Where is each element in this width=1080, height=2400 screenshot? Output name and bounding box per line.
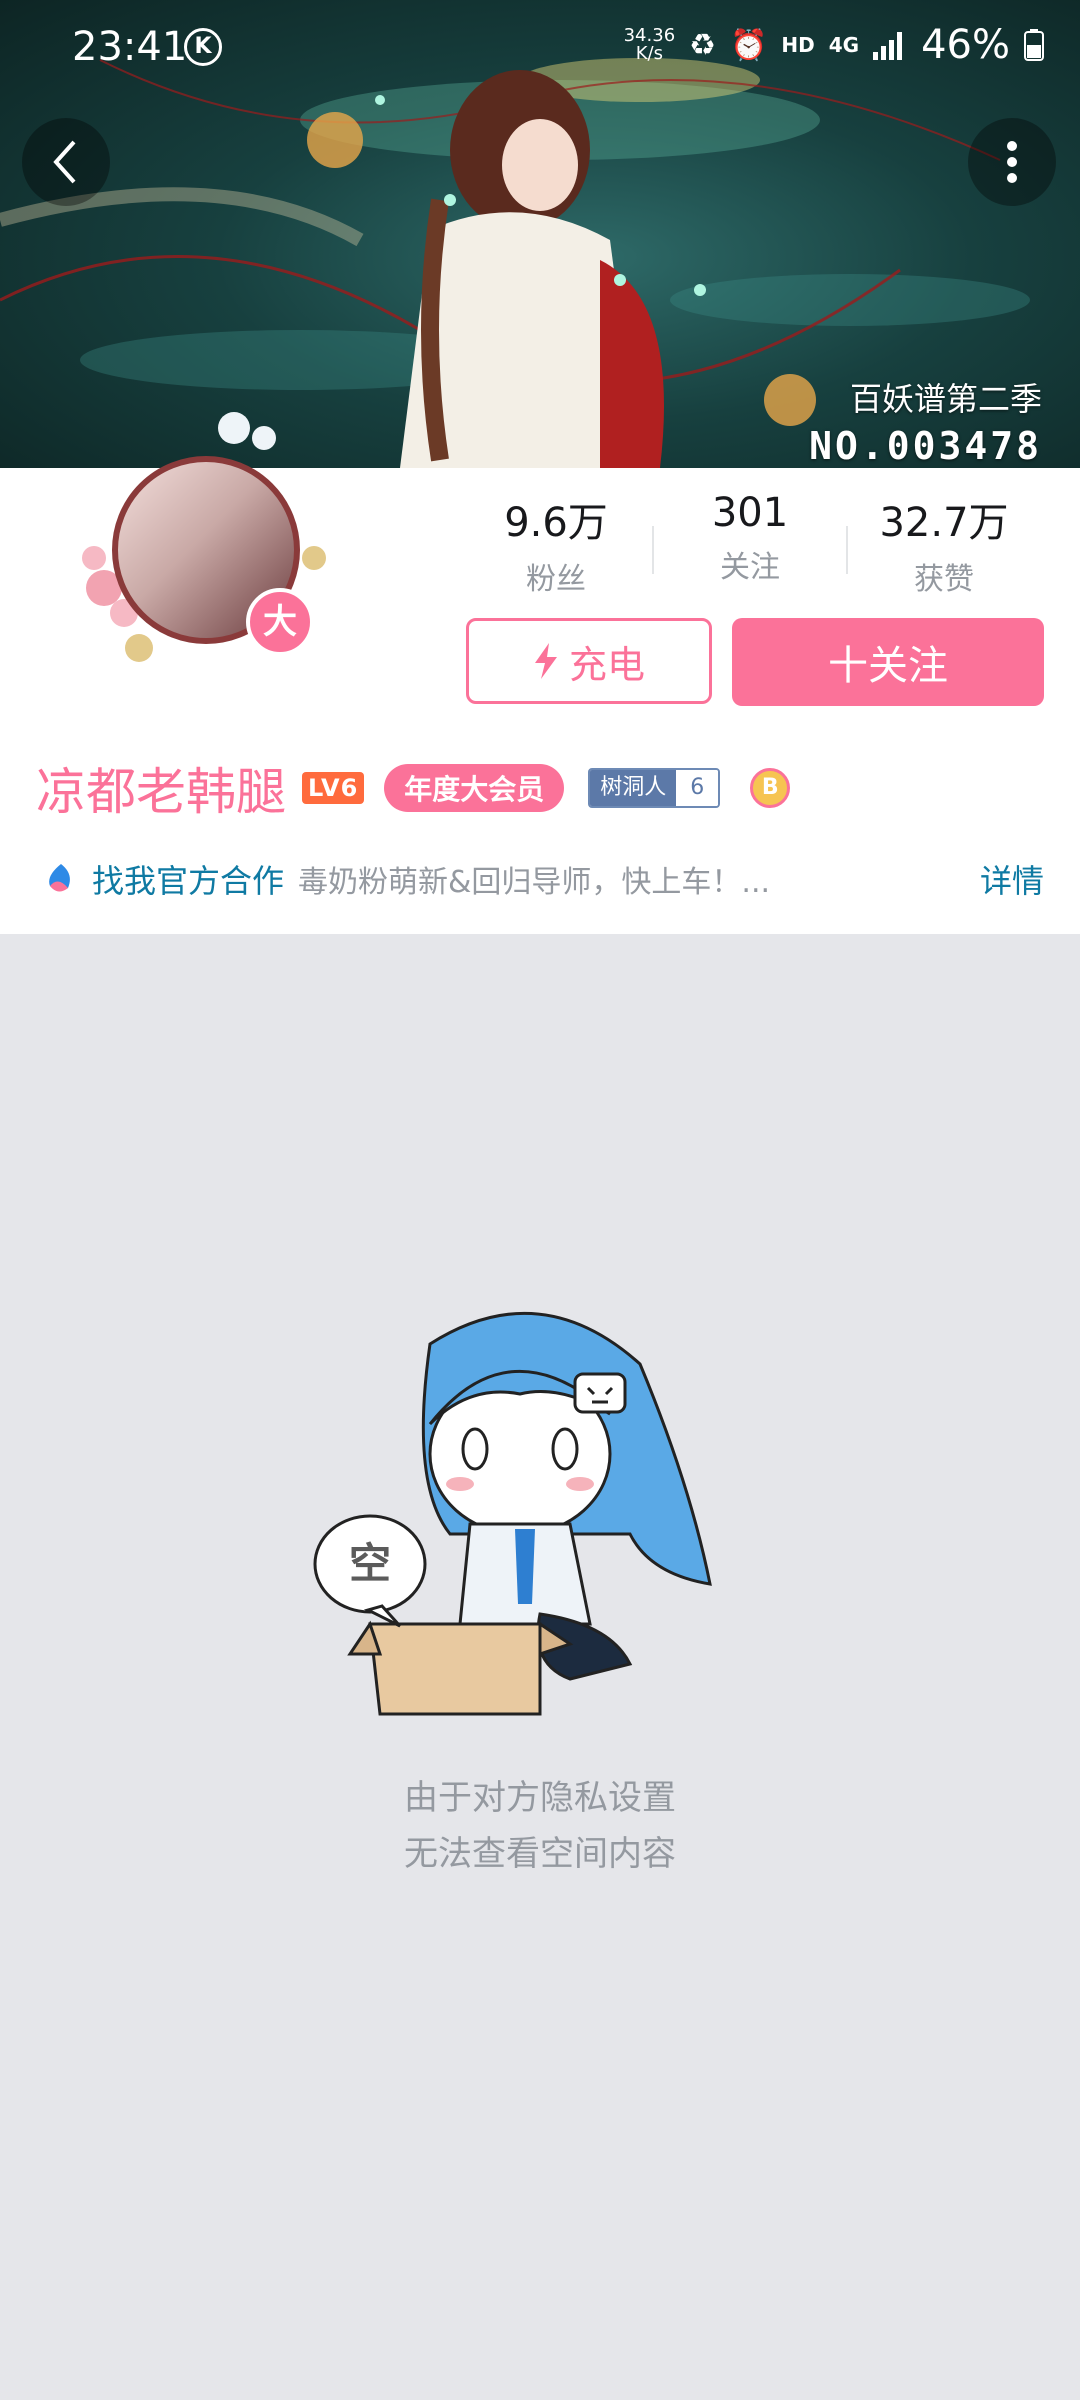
cooperation-title: 找我官方合作 bbox=[92, 862, 285, 900]
stat-value: 9.6万 bbox=[504, 500, 608, 546]
lightning-icon bbox=[534, 643, 557, 679]
tree-hole-label: 树洞人 bbox=[590, 770, 677, 806]
more-vertical-icon bbox=[1007, 141, 1017, 183]
follow-button[interactable]: 十关注 bbox=[732, 618, 1044, 706]
stat-likes[interactable]: 32.7万 获赞 bbox=[848, 490, 1040, 597]
cooperation-row[interactable]: 找我官方合作 毒奶粉萌新&回归导师，快上车！... 详情 bbox=[44, 854, 1044, 904]
battery-icon bbox=[1024, 29, 1044, 61]
chevron-left-icon bbox=[53, 140, 76, 184]
stats-row: 9.6万 粉丝 301 关注 32.7万 获赞 bbox=[460, 490, 1060, 597]
name-row: 凉都老韩腿 LV6 年度大会员 树洞人 6 B bbox=[36, 758, 791, 821]
stat-label: 获赞 bbox=[914, 562, 974, 597]
cooperation-logo-icon bbox=[49, 864, 70, 892]
network-speed: 34.36 K/s bbox=[623, 25, 676, 64]
network-type: 4G bbox=[828, 33, 860, 57]
empty-state-illustration: 空 bbox=[313, 1311, 712, 1716]
medal-icon[interactable]: B bbox=[750, 768, 791, 808]
bubble-text: 空 bbox=[349, 1539, 391, 1588]
privacy-line-1: 由于对方隐私设置 bbox=[404, 1778, 676, 1818]
privacy-message: 由于对方隐私设置 无法查看空间内容 bbox=[0, 1770, 1080, 1882]
stat-label: 粉丝 bbox=[526, 562, 586, 597]
profile-banner[interactable]: 23:41 K 34.36 K/s ♻ ⏰ HD 4G 46% 百妖谱第二季 N… bbox=[0, 0, 1080, 468]
tree-hole-badge[interactable]: 树洞人 6 bbox=[588, 768, 721, 808]
battery-percent: 46% bbox=[921, 22, 1010, 68]
banner-number: NO.003478 bbox=[809, 424, 1042, 468]
vip-badge[interactable]: 年度大会员 bbox=[384, 764, 565, 812]
banner-caption: 百妖谱第二季 NO.003478 bbox=[809, 374, 1042, 468]
charge-button[interactable]: 充电 bbox=[466, 618, 712, 704]
avatar-vip-badge: 大 bbox=[246, 588, 314, 656]
recycle-icon: ♻ bbox=[689, 27, 717, 63]
status-bar: 23:41 K 34.36 K/s ♻ ⏰ HD 4G 46% bbox=[0, 0, 1080, 96]
more-options-button[interactable] bbox=[968, 118, 1056, 206]
hd-indicator: HD bbox=[781, 33, 815, 57]
stat-value: 301 bbox=[711, 490, 789, 536]
stat-value: 32.7万 bbox=[879, 500, 1009, 546]
tree-hole-level: 6 bbox=[676, 770, 719, 806]
back-button[interactable] bbox=[22, 118, 110, 206]
level-badge[interactable]: LV6 bbox=[302, 772, 365, 804]
banner-title: 百妖谱第二季 bbox=[849, 380, 1042, 418]
follow-label: 十关注 bbox=[828, 643, 948, 689]
stat-following[interactable]: 301 关注 bbox=[654, 490, 846, 590]
space-content-area: 空 由于对方隐私设置 无法查看空间内容 bbox=[0, 934, 1080, 2400]
alarm-icon: ⏰ bbox=[730, 27, 768, 63]
username: 凉都老韩腿 bbox=[36, 763, 286, 821]
details-link[interactable]: 详情 bbox=[980, 856, 1044, 902]
avatar-container[interactable]: 大 bbox=[64, 408, 354, 698]
cooperation-description: 毒奶粉萌新&回归导师，快上车！... bbox=[298, 865, 771, 900]
stat-followers[interactable]: 9.6万 粉丝 bbox=[460, 490, 652, 597]
profile-card: 大 9.6万 粉丝 301 关注 32.7万 获赞 充电 十关注 凉都老韩腿 L… bbox=[0, 412, 1080, 934]
k-badge-icon: K bbox=[184, 28, 222, 66]
status-time: 23:41 bbox=[72, 24, 188, 70]
stat-label: 关注 bbox=[720, 550, 780, 585]
privacy-line-2: 无法查看空间内容 bbox=[404, 1834, 676, 1874]
charge-label: 充电 bbox=[568, 642, 645, 687]
signal-icon bbox=[873, 32, 903, 60]
